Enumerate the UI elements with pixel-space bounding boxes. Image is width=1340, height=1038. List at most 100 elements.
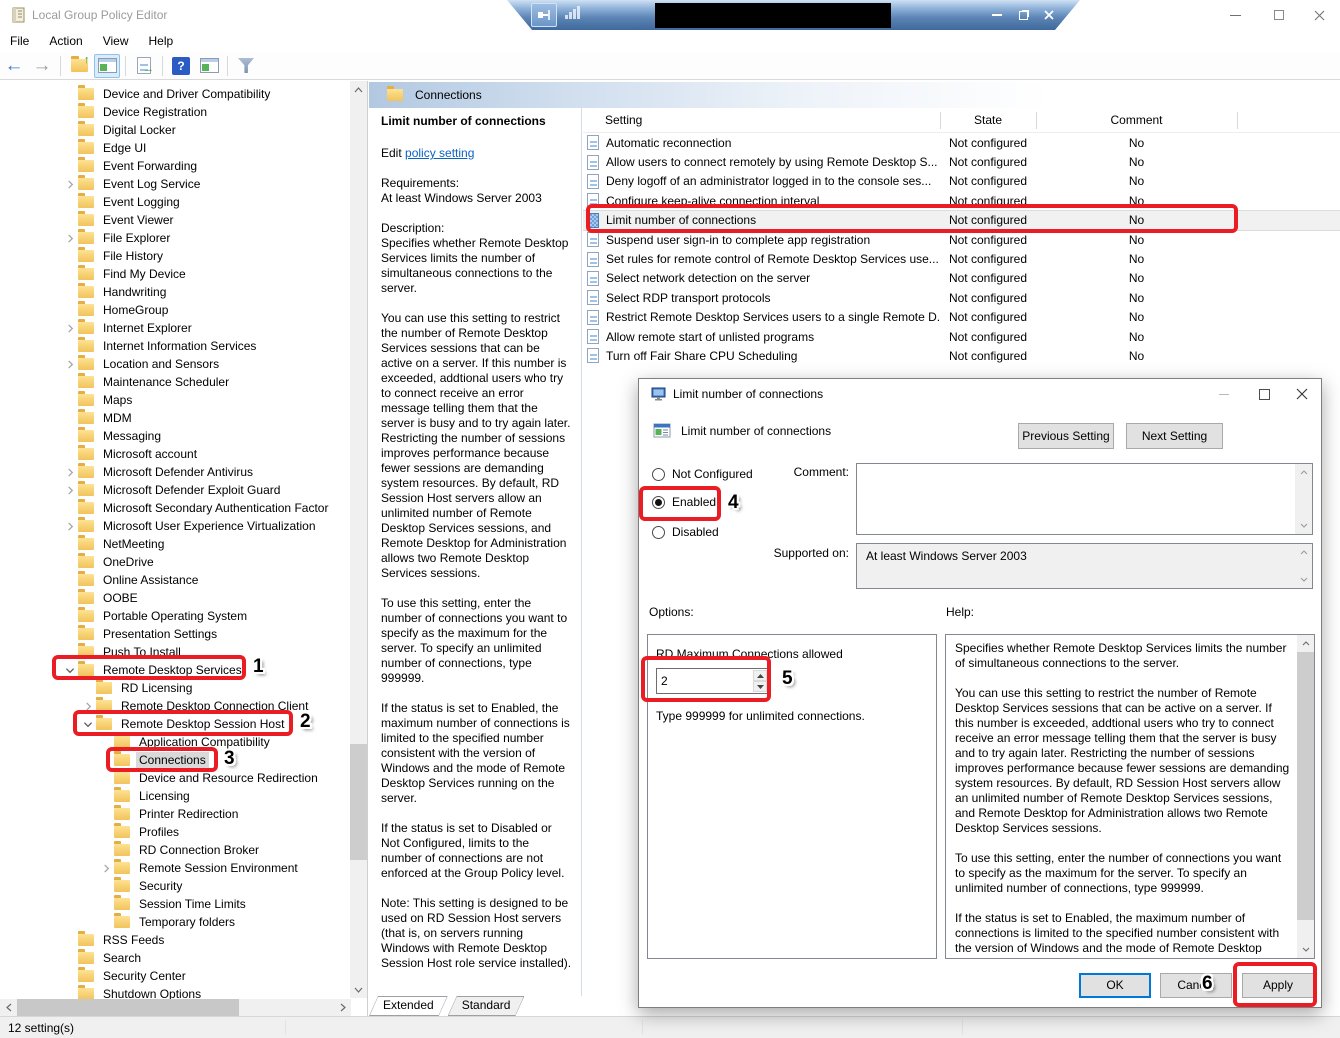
tree-item-maintenance-scheduler[interactable]: Maintenance Scheduler [0, 373, 349, 391]
tree-item-rd-connection-broker[interactable]: RD Connection Broker [0, 841, 349, 859]
tree-item-event-logging[interactable]: Event Logging [0, 193, 349, 211]
window-maximize-button[interactable] [1262, 0, 1296, 30]
tree-item-edge-ui[interactable]: Edge UI [0, 139, 349, 157]
tree-item-search[interactable]: Search [0, 949, 349, 967]
tree-item-portable-operating-system[interactable]: Portable Operating System [0, 607, 349, 625]
tree-item-handwriting[interactable]: Handwriting [0, 283, 349, 301]
policy-setting-link[interactable]: policy setting [405, 146, 474, 160]
tree-item-microsoft-defender-antivirus[interactable]: Microsoft Defender Antivirus [0, 463, 349, 481]
setting-row-automatic-reconnection[interactable]: Automatic reconnectionNot configuredNo [583, 133, 1340, 152]
tree-item-device-and-resource-redirection[interactable]: Device and Resource Redirection [0, 769, 349, 787]
tree-item-internet-information-services[interactable]: Internet Information Services [0, 337, 349, 355]
scroll-left-icon[interactable] [0, 999, 17, 1016]
chevron-right-icon[interactable] [62, 230, 78, 246]
forward-button[interactable]: → [29, 54, 55, 78]
scroll-down-icon[interactable] [1295, 571, 1312, 588]
chevron-right-icon[interactable] [62, 464, 78, 480]
setting-row-set-rules-for-remote-control-of-remote-d[interactable]: Set rules for remote control of Remote D… [583, 249, 1340, 268]
show-console-tree-button[interactable] [94, 54, 120, 78]
tree-item-microsoft-account[interactable]: Microsoft account [0, 445, 349, 463]
tree-item-file-explorer[interactable]: File Explorer [0, 229, 349, 247]
tree-item-application-compatibility[interactable]: Application Compatibility [0, 733, 349, 751]
up-one-level-button[interactable]: ↑ [66, 54, 92, 78]
chevron-down-icon[interactable] [62, 662, 78, 678]
setting-row-configure-keep-alive-connection-interval[interactable]: Configure keep-alive connection interval… [583, 191, 1340, 210]
ok-button[interactable]: OK [1079, 973, 1151, 998]
filter-button[interactable] [233, 54, 259, 78]
tree-item-homegroup[interactable]: HomeGroup [0, 301, 349, 319]
setting-row-deny-logoff-of-an-administrator-logged-i[interactable]: Deny logoff of an administrator logged i… [583, 172, 1340, 191]
chevron-down-icon[interactable] [80, 716, 96, 732]
tree-item-temporary-folders[interactable]: Temporary folders [0, 913, 349, 931]
tree-item-location-and-sensors[interactable]: Location and Sensors [0, 355, 349, 373]
tree-item-messaging[interactable]: Messaging [0, 427, 349, 445]
scroll-down-icon[interactable] [1297, 941, 1314, 958]
setting-row-allow-users-to-connect-remotely-by-using[interactable]: Allow users to connect remotely by using… [583, 152, 1340, 171]
scroll-right-icon[interactable] [334, 999, 351, 1016]
back-button[interactable]: ← [1, 54, 27, 78]
setting-row-allow-remote-start-of-unlisted-programs[interactable]: Allow remote start of unlisted programsN… [583, 327, 1340, 346]
tree-item-event-log-service[interactable]: Event Log Service [0, 175, 349, 193]
window-close-button[interactable] [1302, 0, 1336, 30]
radio-enabled[interactable]: Enabled [652, 495, 716, 509]
radio-circle-icon[interactable] [652, 526, 665, 539]
scrollbar-thumb[interactable] [17, 999, 239, 1016]
window-minimize-button[interactable] [1218, 0, 1252, 30]
tree-item-maps[interactable]: Maps [0, 391, 349, 409]
scrollbar-thumb[interactable] [1297, 652, 1314, 920]
chevron-right-icon[interactable] [62, 482, 78, 498]
tree-item-rd-licensing[interactable]: RD Licensing [0, 679, 349, 697]
previous-setting-button[interactable]: Previous Setting [1018, 423, 1114, 449]
apply-button[interactable]: Apply [1242, 973, 1314, 998]
max-connections-spinner[interactable]: 2 [656, 668, 769, 694]
setting-row-turn-off-fair-share-cpu-scheduling[interactable]: Turn off Fair Share CPU SchedulingNot co… [583, 346, 1340, 365]
scroll-down-icon[interactable] [1295, 517, 1312, 534]
rdp-close-button[interactable] [1040, 6, 1058, 24]
tree-item-session-time-limits[interactable]: Session Time Limits [0, 895, 349, 913]
tab-standard[interactable]: Standard [448, 996, 525, 1016]
tree-item-profiles[interactable]: Profiles [0, 823, 349, 841]
chevron-right-icon[interactable] [62, 176, 78, 192]
next-setting-button[interactable]: Next Setting [1126, 423, 1223, 449]
rdp-minimize-button[interactable] [988, 6, 1006, 24]
tree-vertical-scrollbar[interactable] [350, 81, 367, 998]
tree-item-microsoft-defender-exploit-guard[interactable]: Microsoft Defender Exploit Guard [0, 481, 349, 499]
help-button[interactable]: ? [168, 54, 194, 78]
help-scrollbar[interactable] [1297, 635, 1314, 958]
tree-item-licensing[interactable]: Licensing [0, 787, 349, 805]
tree-item-presentation-settings[interactable]: Presentation Settings [0, 625, 349, 643]
tree-item-file-history[interactable]: File History [0, 247, 349, 265]
column-header-comment[interactable]: Comment [1036, 108, 1237, 133]
radio-disabled[interactable]: Disabled [652, 525, 719, 539]
setting-row-select-network-detection-on-the-server[interactable]: Select network detection on the serverNo… [583, 269, 1340, 288]
tree-item-onedrive[interactable]: OneDrive [0, 553, 349, 571]
tree-item-netmeeting[interactable]: NetMeeting [0, 535, 349, 553]
tree-horizontal-scrollbar[interactable] [0, 999, 351, 1016]
tab-extended[interactable]: Extended [369, 996, 448, 1016]
tree-item-remote-desktop-session-host[interactable]: Remote Desktop Session Host [0, 715, 349, 733]
tree-item-online-assistance[interactable]: Online Assistance [0, 571, 349, 589]
show-action-pane-button[interactable] [196, 54, 222, 78]
tree-item-mdm[interactable]: MDM [0, 409, 349, 427]
tree-item-event-viewer[interactable]: Event Viewer [0, 211, 349, 229]
tree-item-oobe[interactable]: OOBE [0, 589, 349, 607]
cancel-button[interactable]: Cancel [1160, 973, 1232, 998]
scroll-up-icon[interactable] [1295, 464, 1312, 481]
tree-item-device-and-driver-compatibility[interactable]: Device and Driver Compatibility [0, 85, 349, 103]
scroll-down-icon[interactable] [350, 981, 367, 998]
chevron-right-icon[interactable] [62, 356, 78, 372]
tree-item-push-to-install[interactable]: Push To Install [0, 643, 349, 661]
tree-item-remote-session-environment[interactable]: Remote Session Environment [0, 859, 349, 877]
tree-item-find-my-device[interactable]: Find My Device [0, 265, 349, 283]
setting-row-suspend-user-sign-in-to-complete-app-reg[interactable]: Suspend user sign-in to complete app reg… [583, 230, 1340, 249]
supported-scrollbar[interactable] [1295, 544, 1312, 588]
comment-scrollbar[interactable] [1295, 464, 1312, 534]
tree-item-event-forwarding[interactable]: Event Forwarding [0, 157, 349, 175]
setting-row-limit-number-of-connections[interactable]: Limit number of connectionsNot configure… [583, 211, 1340, 230]
menu-help[interactable]: Help [139, 30, 184, 52]
tree-item-internet-explorer[interactable]: Internet Explorer [0, 319, 349, 337]
setting-row-restrict-remote-desktop-services-users-t[interactable]: Restrict Remote Desktop Services users t… [583, 308, 1340, 327]
tree-item-microsoft-user-experience-virtualization[interactable]: Microsoft User Experience Virtualization [0, 517, 349, 535]
tree-item-microsoft-secondary-authentication-factor[interactable]: Microsoft Secondary Authentication Facto… [0, 499, 349, 517]
radio-circle-checked-icon[interactable] [652, 496, 665, 509]
